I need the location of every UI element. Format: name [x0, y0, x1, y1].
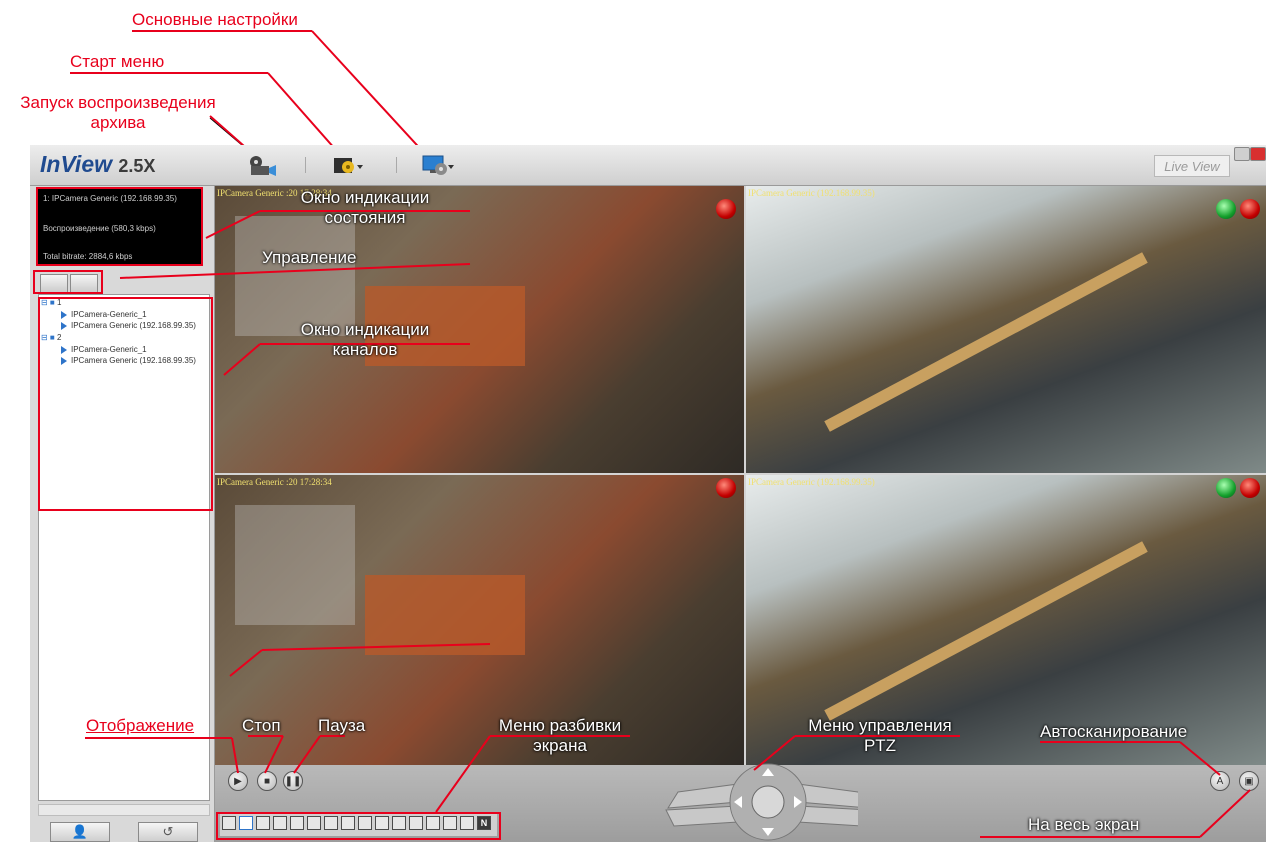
- label-autoscan: Автосканирование: [1040, 722, 1188, 741]
- label-status-window: Окно индикации состояния: [260, 188, 470, 228]
- label-split-line1: Меню разбивки: [498, 716, 622, 735]
- label-ptz-line2: PTZ: [863, 736, 897, 755]
- label-status-line2: состояния: [324, 208, 406, 227]
- label-fullscreen: На весь экран: [1028, 815, 1140, 834]
- label-pause: Пауза: [318, 716, 366, 735]
- label-channel-line2: каналов: [332, 340, 398, 359]
- label-split-line2: экрана: [533, 736, 587, 755]
- callout-display: Отображение: [86, 716, 195, 735]
- label-ptz-line1: Меню управления: [808, 716, 952, 735]
- label-ptz-menu: Меню управления PTZ: [790, 716, 970, 756]
- label-channel-window: Окно индикации каналов: [260, 320, 470, 360]
- label-channel-line1: Окно индикации: [300, 320, 430, 339]
- label-status-line1: Окно индикации: [300, 188, 430, 207]
- label-control: Управление: [262, 248, 357, 267]
- label-stop: Стоп: [242, 716, 281, 735]
- label-split-menu: Меню разбивки экрана: [480, 716, 640, 756]
